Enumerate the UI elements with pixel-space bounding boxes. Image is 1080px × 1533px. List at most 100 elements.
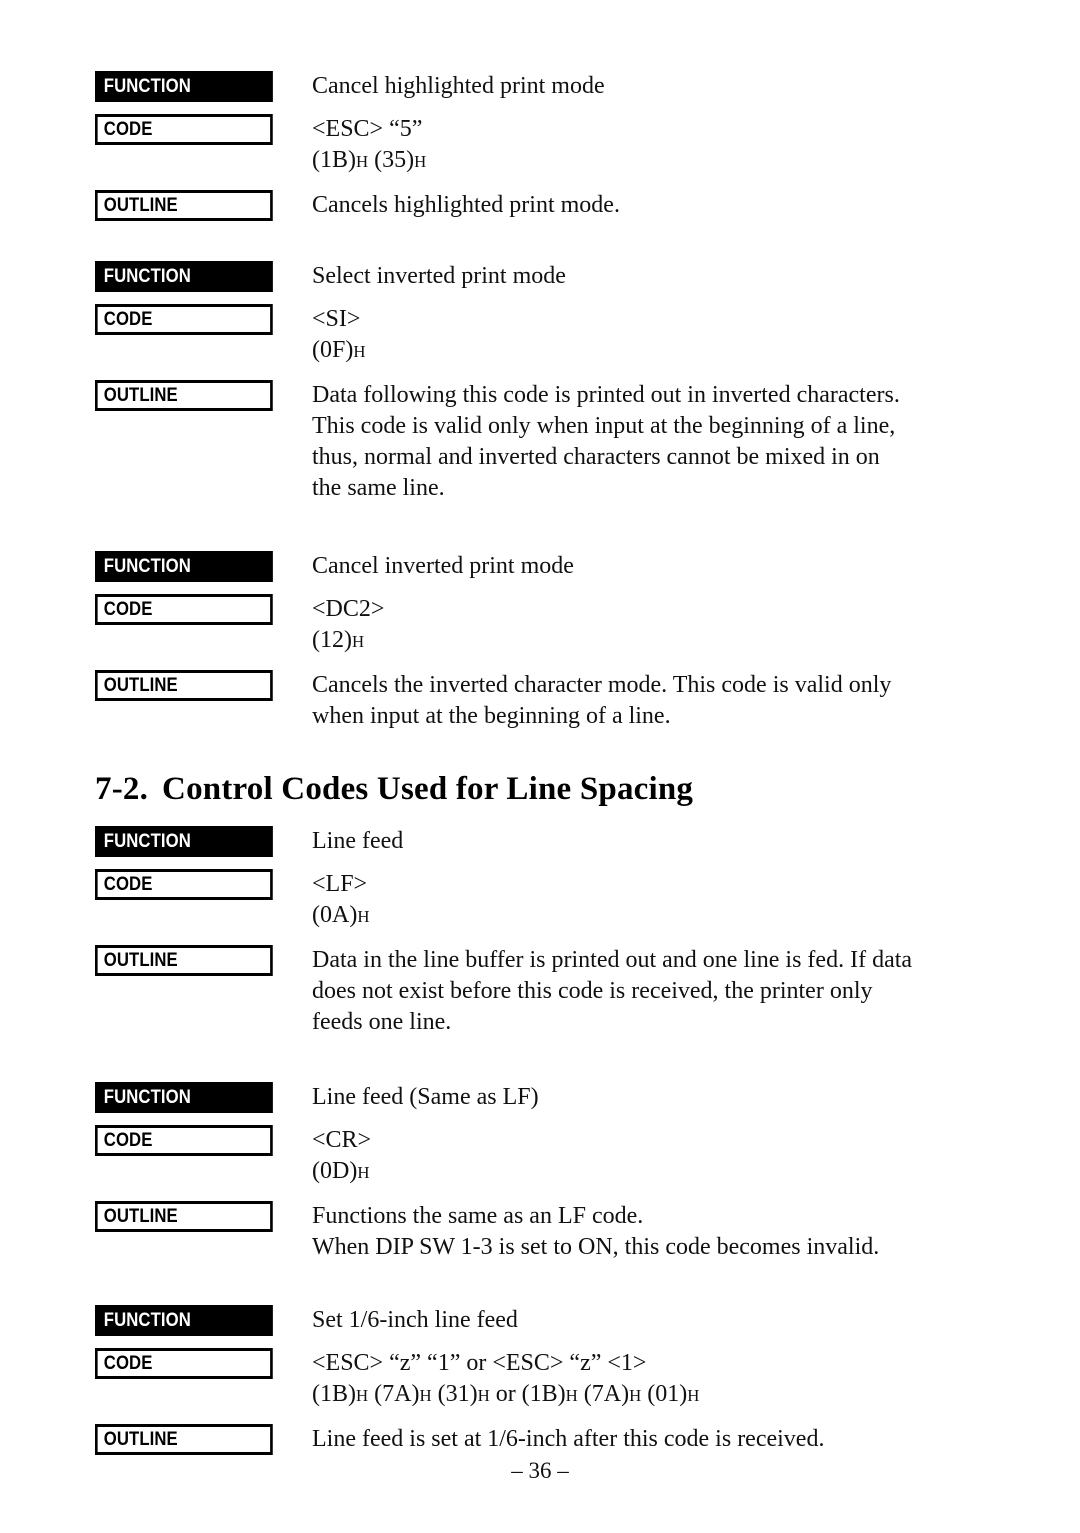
code-tag: CODE bbox=[95, 304, 273, 335]
code-hex-part: or (1B) bbox=[489, 1381, 566, 1407]
outline-line: does not exist before this code is recei… bbox=[312, 978, 873, 1004]
function-label-cell: FUNCTION bbox=[95, 71, 297, 102]
code-hex-part: (0A) bbox=[312, 902, 358, 928]
function-description: Cancel inverted print mode bbox=[312, 553, 574, 579]
manual-page: FUNCTION Cancel highlighted print mode C… bbox=[0, 0, 1080, 1533]
function-text: Select inverted print mode bbox=[297, 261, 1020, 292]
command-block-select-inverted-print-mode: FUNCTION Select inverted print mode CODE… bbox=[95, 261, 1020, 504]
function-tag: FUNCTION bbox=[95, 1082, 273, 1113]
hex-suffix-icon: H bbox=[357, 907, 370, 926]
outline-line: feeds one line. bbox=[312, 1009, 452, 1035]
code-tag: CODE bbox=[95, 1348, 273, 1379]
command-block-line-feed-same-as-lf: FUNCTION Line feed (Same as LF) CODE <CR… bbox=[95, 1082, 1020, 1263]
code-row: CODE <DC2> (12)H bbox=[95, 594, 1020, 656]
code-hex-part: (7A) bbox=[368, 1381, 420, 1407]
code-mnemonic: <ESC> “5” bbox=[312, 116, 423, 142]
function-label-cell: FUNCTION bbox=[95, 1082, 297, 1113]
outline-text: Cancels the inverted character mode. Thi… bbox=[297, 670, 1020, 732]
outline-tag: OUTLINE bbox=[95, 1201, 273, 1232]
function-description: Set 1/6-inch line feed bbox=[312, 1307, 518, 1333]
code-mnemonic: <LF> bbox=[312, 871, 368, 897]
code-hex-part: (1B) bbox=[312, 1381, 356, 1407]
code-tag: CODE bbox=[95, 594, 273, 625]
code-hex-part: (01) bbox=[641, 1381, 688, 1407]
code-row: CODE <ESC> “5” (1B)H (35)H bbox=[95, 114, 1020, 176]
page-number: – 36 – bbox=[511, 1458, 569, 1483]
code-text: <CR> (0D)H bbox=[297, 1125, 1020, 1187]
outline-row: OUTLINE Line feed is set at 1/6-inch aft… bbox=[95, 1424, 1020, 1455]
command-block-line-feed: FUNCTION Line feed CODE <LF> (0A)H OUTLI… bbox=[95, 826, 1020, 1038]
function-description: Line feed bbox=[312, 828, 404, 854]
hex-suffix-icon: H bbox=[565, 1386, 578, 1405]
function-tag: FUNCTION bbox=[95, 1305, 273, 1336]
code-hex-part: (31) bbox=[431, 1381, 478, 1407]
code-hex-part: (1B) bbox=[312, 147, 356, 173]
function-tag: FUNCTION bbox=[95, 71, 273, 102]
outline-tag: OUTLINE bbox=[95, 1424, 273, 1455]
outline-text: Data in the line buffer is printed out a… bbox=[297, 945, 1020, 1038]
command-block-cancel-highlighted-print-mode: FUNCTION Cancel highlighted print mode C… bbox=[95, 71, 1020, 221]
code-tag: CODE bbox=[95, 114, 273, 145]
function-text: Cancel inverted print mode bbox=[297, 551, 1020, 582]
section-title: Control Codes Used for Line Spacing bbox=[162, 771, 694, 807]
function-description: Line feed (Same as LF) bbox=[312, 1084, 539, 1110]
function-tag: FUNCTION bbox=[95, 826, 273, 857]
code-mnemonic: <DC2> bbox=[312, 596, 385, 622]
outline-row: OUTLINE Data in the line buffer is print… bbox=[95, 945, 1020, 1038]
outline-row: OUTLINE Cancels highlighted print mode. bbox=[95, 190, 1020, 221]
command-block-cancel-inverted-print-mode: FUNCTION Cancel inverted print mode CODE… bbox=[95, 551, 1020, 732]
function-text: Line feed bbox=[297, 826, 1020, 857]
outline-line: Cancels the inverted character mode. Thi… bbox=[312, 672, 892, 698]
code-label-cell: CODE bbox=[95, 304, 297, 335]
function-label-cell: FUNCTION bbox=[95, 551, 297, 582]
code-hex: (1B)H (35)H bbox=[312, 145, 1020, 176]
function-tag: FUNCTION bbox=[95, 261, 273, 292]
code-text: <DC2> (12)H bbox=[297, 594, 1020, 656]
code-hex-part: (35) bbox=[368, 147, 415, 173]
outline-text: Data following this code is printed out … bbox=[297, 380, 1020, 504]
hex-suffix-icon: H bbox=[687, 1386, 700, 1405]
outline-line: When DIP SW 1-3 is set to ON, this code … bbox=[312, 1234, 880, 1260]
outline-line: Cancels highlighted print mode. bbox=[312, 192, 620, 218]
code-hex-part: (0F) bbox=[312, 337, 354, 363]
command-block-set-one-sixth-inch-line-feed: FUNCTION Set 1/6-inch line feed CODE <ES… bbox=[95, 1305, 1020, 1455]
code-hex-part: (0D) bbox=[312, 1158, 358, 1184]
code-hex: (0D)H bbox=[312, 1156, 1020, 1187]
outline-label-cell: OUTLINE bbox=[95, 945, 297, 976]
section-number: 7-2. bbox=[95, 771, 149, 807]
function-text: Set 1/6-inch line feed bbox=[297, 1305, 1020, 1336]
outline-row: OUTLINE Functions the same as an LF code… bbox=[95, 1201, 1020, 1263]
function-row: FUNCTION Select inverted print mode bbox=[95, 261, 1020, 292]
hex-suffix-icon: H bbox=[353, 342, 366, 361]
code-text: <LF> (0A)H bbox=[297, 869, 1020, 931]
code-label-cell: CODE bbox=[95, 869, 297, 900]
outline-row: OUTLINE Data following this code is prin… bbox=[95, 380, 1020, 504]
outline-text: Cancels highlighted print mode. bbox=[297, 190, 1020, 221]
hex-suffix-icon: H bbox=[414, 152, 427, 171]
outline-row: OUTLINE Cancels the inverted character m… bbox=[95, 670, 1020, 732]
code-row: CODE <ESC> “z” “1” or <ESC> “z” <1> (1B)… bbox=[95, 1348, 1020, 1410]
function-row: FUNCTION Line feed (Same as LF) bbox=[95, 1082, 1020, 1113]
outline-line: Data following this code is printed out … bbox=[312, 382, 900, 408]
outline-tag: OUTLINE bbox=[95, 945, 273, 976]
code-row: CODE <CR> (0D)H bbox=[95, 1125, 1020, 1187]
code-hex-part: (7A) bbox=[577, 1381, 630, 1407]
outline-label-cell: OUTLINE bbox=[95, 670, 297, 701]
hex-suffix-icon: H bbox=[356, 152, 369, 171]
code-label-cell: CODE bbox=[95, 1348, 297, 1379]
hex-suffix-icon: H bbox=[419, 1386, 432, 1405]
function-label-cell: FUNCTION bbox=[95, 261, 297, 292]
function-description: Select inverted print mode bbox=[312, 263, 566, 289]
code-tag: CODE bbox=[95, 869, 273, 900]
hex-suffix-icon: H bbox=[629, 1386, 642, 1405]
outline-label-cell: OUTLINE bbox=[95, 1201, 297, 1232]
code-label-cell: CODE bbox=[95, 1125, 297, 1156]
code-hex: (0A)H bbox=[312, 900, 1020, 931]
outline-tag: OUTLINE bbox=[95, 670, 273, 701]
hex-suffix-icon: H bbox=[356, 1386, 369, 1405]
code-mnemonic: <CR> bbox=[312, 1127, 372, 1153]
function-row: FUNCTION Cancel highlighted print mode bbox=[95, 71, 1020, 102]
code-row: CODE <LF> (0A)H bbox=[95, 869, 1020, 931]
code-label-cell: CODE bbox=[95, 594, 297, 625]
outline-text: Functions the same as an LF code. When D… bbox=[297, 1201, 1020, 1263]
